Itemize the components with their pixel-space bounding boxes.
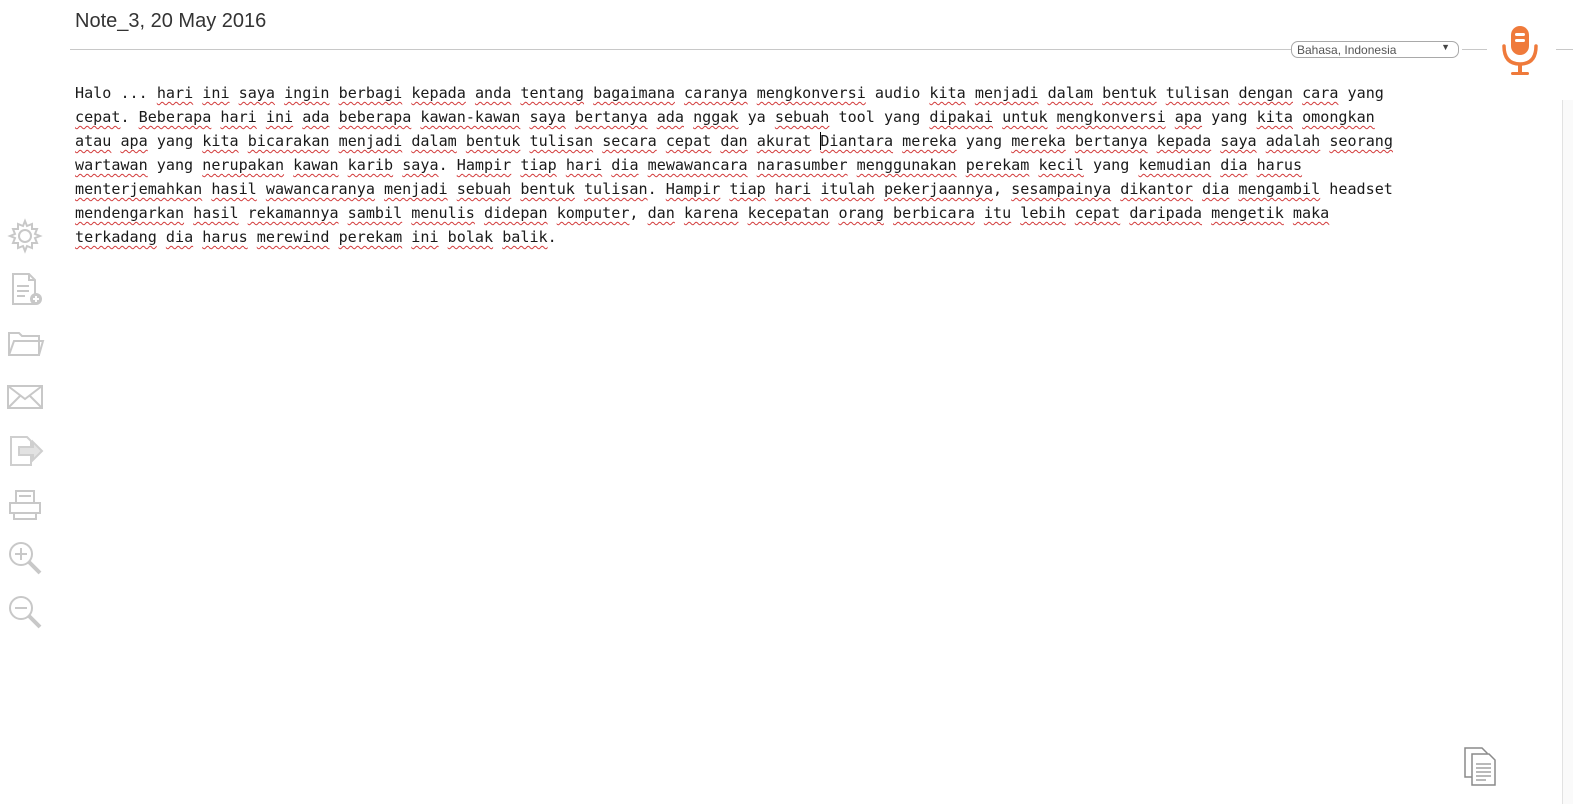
- copy-button[interactable]: [1462, 745, 1500, 787]
- note-editor[interactable]: Halo ... hari ini saya ingin berbagi kep…: [75, 81, 1475, 249]
- language-select-value: Bahasa, Indonesia: [1297, 43, 1397, 57]
- microphone-button[interactable]: [1499, 24, 1543, 78]
- header-divider: [70, 49, 1292, 50]
- open-folder-button[interactable]: [5, 323, 45, 363]
- language-select[interactable]: Bahasa, Indonesia ▼: [1291, 41, 1459, 58]
- note-title: Note_3, 20 May 2016: [75, 10, 267, 32]
- email-button[interactable]: [5, 377, 45, 417]
- note-text: Halo ... hari ini saya ingin berbagi kep…: [75, 81, 1475, 249]
- text-line: wartawan yang nerupakan kawan karib saya…: [75, 156, 1303, 174]
- microphone-icon: [1502, 26, 1538, 75]
- folder-icon: [8, 332, 45, 356]
- text-line: terkadang dia harus merewind perekam ini…: [75, 228, 557, 246]
- text-line: menterjemahkan hasil wawancaranya menjad…: [75, 180, 1393, 198]
- mail-icon: [7, 385, 43, 409]
- zoom-in-button[interactable]: [5, 538, 45, 578]
- new-document-icon: [12, 273, 42, 305]
- scrollbar[interactable]: [1562, 100, 1573, 804]
- gear-icon: [7, 218, 43, 254]
- export-icon: [10, 436, 44, 466]
- zoom-in-icon: [9, 542, 42, 575]
- header-divider-far: [1556, 49, 1573, 50]
- settings-button[interactable]: [5, 216, 45, 256]
- text-line: Halo ... hari ini saya ingin berbagi kep…: [75, 84, 1384, 102]
- export-button[interactable]: [5, 431, 45, 471]
- header-divider-right: [1462, 49, 1487, 50]
- text-line: cepat. Beberapa hari ini ada beberapa ka…: [75, 108, 1375, 126]
- chevron-down-icon: ▼: [1441, 42, 1450, 52]
- printer-icon: [9, 490, 41, 520]
- text-line: mendengarkan hasil rekamannya sambil men…: [75, 204, 1330, 222]
- new-note-button[interactable]: [5, 270, 45, 310]
- copy-icon: [1464, 747, 1496, 786]
- text-line: atau apa yang kita bicarakan menjadi dal…: [75, 132, 1393, 150]
- zoom-out-button[interactable]: [5, 592, 45, 632]
- zoom-out-icon: [9, 596, 42, 629]
- print-button[interactable]: [5, 485, 45, 525]
